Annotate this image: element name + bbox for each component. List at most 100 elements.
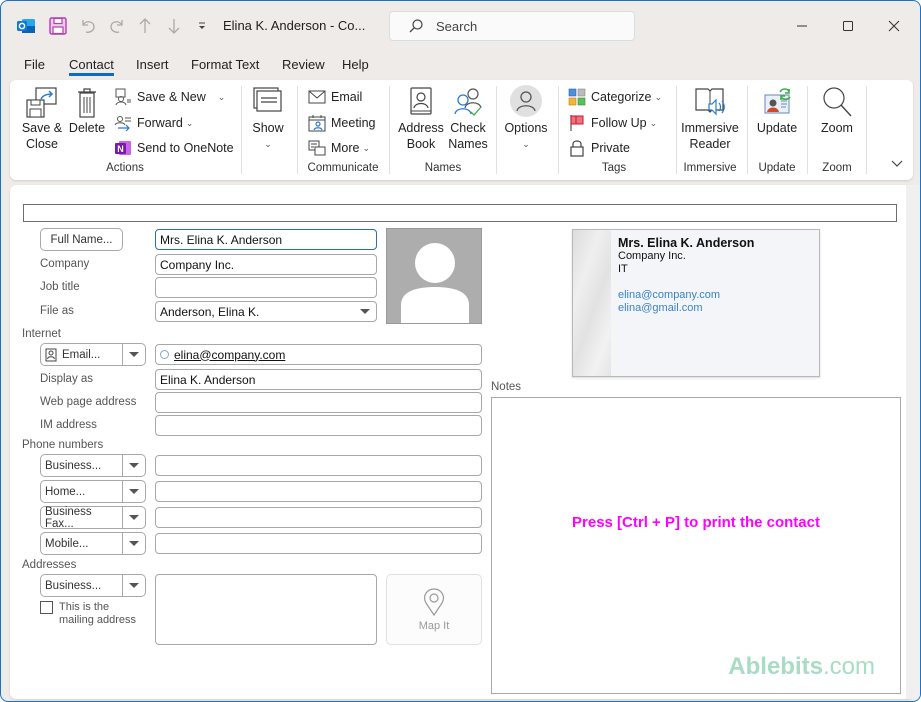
close-button[interactable] [871,11,917,41]
tab-contact[interactable]: Contact [69,57,114,76]
search-placeholder: Search [436,18,478,34]
phone-type-dropdown[interactable] [123,455,145,476]
zoom-button[interactable]: Zoom [812,86,862,136]
group-label-zoom: Zoom [822,162,852,174]
follow-up-button[interactable]: Follow Up ⌄ [567,112,657,134]
job-title-input[interactable] [155,277,377,298]
chevron-down-icon: ⌄ [649,117,658,128]
mailing-address-label-2: mailing address [59,614,137,626]
map-it-button[interactable]: Map It [386,574,482,645]
phone-type-button[interactable]: Mobile... [41,533,123,554]
phone-type-button[interactable]: Business... [41,455,123,476]
follow-up-label: Follow Up [591,116,647,130]
card-name: Mrs. Elina K. Anderson [618,236,755,250]
zoom-label: Zoom [821,121,853,135]
display-as-input[interactable]: Elina K. Anderson [155,369,482,390]
save-close-button[interactable]: Save & Close [18,86,66,152]
address-book-button[interactable]: Address Book [396,86,446,152]
send-to-onenote-button[interactable]: N Send to OneNote [113,137,234,159]
ribbon-separator [389,86,390,174]
onenote-icon: N [113,138,133,158]
forward-label: Forward [137,116,183,130]
company-input[interactable]: Company Inc. [155,254,377,275]
email-type-button[interactable]: Email... [41,344,123,365]
full-name-input[interactable]: Mrs. Elina K. Anderson [155,229,377,250]
business-card[interactable]: Mrs. Elina K. Anderson Company Inc. IT e… [572,229,820,377]
delete-button[interactable]: Delete [68,86,106,136]
show-icon [248,86,288,120]
email-type-dropdown[interactable] [123,344,145,365]
tab-format-text[interactable]: Format Text [191,57,259,76]
contact-photo[interactable] [386,228,482,324]
email-type-split-button[interactable]: Email... [40,343,146,366]
phone-numbers-section-label: Phone numbers [22,439,104,451]
options-label: Options [504,121,548,135]
update-button[interactable]: Update [752,86,802,136]
tab-file[interactable]: File [24,57,45,76]
more-icon [307,138,327,158]
meeting-button[interactable]: Meeting [307,112,375,134]
phone-input[interactable] [155,533,482,554]
options-button[interactable]: Options ⌄ [502,84,550,152]
phone-type-split-button[interactable]: Business... [40,454,146,477]
save-new-icon [113,87,133,107]
phone-input[interactable] [155,507,482,528]
save-icon[interactable] [47,15,69,37]
categorize-button[interactable]: Categorize ⌄ [567,86,662,108]
phone-type-button[interactable]: Business Fax... [41,506,123,530]
group-label-actions: Actions [106,162,144,174]
address-textarea[interactable] [155,574,377,645]
card-email-1: elina@company.com [618,289,721,301]
phone-type-split-button[interactable]: Business Fax... [40,506,146,530]
phone-type-split-button[interactable]: Mobile... [40,532,146,555]
check-names-button[interactable]: Check Names [446,86,490,152]
dropdown-arrow-icon [129,583,139,588]
more-button[interactable]: More ⌄ [307,137,370,159]
collapse-ribbon-button[interactable] [890,158,904,172]
phone-input[interactable] [155,455,482,476]
forward-button[interactable]: Forward ⌄ [113,112,193,134]
phone-type-dropdown[interactable] [123,533,145,554]
tab-review[interactable]: Review [282,57,325,76]
address-type-dropdown[interactable] [123,575,145,596]
phone-type-button[interactable]: Home... [41,481,123,502]
address-type-button[interactable]: Business... [41,575,123,596]
save-new-label: Save & New [137,90,206,104]
file-as-select[interactable]: Anderson, Elina K. [155,301,377,322]
redo-icon[interactable] [106,15,128,37]
undo-icon[interactable] [77,15,99,37]
maximize-button[interactable] [825,11,871,41]
customize-quick-access-icon[interactable] [195,15,209,37]
chevron-down-icon: ⌄ [264,139,272,149]
full-name-button[interactable]: Full Name... [40,228,123,251]
notes-textarea[interactable]: Press [Ctrl + P] to print the contact Ab… [491,397,901,694]
immersive-reader-button[interactable]: Immersive Reader [677,86,743,152]
minimize-button[interactable] [779,11,825,41]
mailing-address-checkbox[interactable] [40,601,53,614]
phone-input[interactable] [155,481,482,502]
chevron-down-icon [891,160,903,167]
phone-type-dropdown[interactable] [123,507,145,528]
show-button[interactable]: Show ⌄ [248,86,288,152]
private-button[interactable]: Private [567,137,630,159]
tab-insert[interactable]: Insert [136,57,169,76]
im-address-input[interactable] [155,415,482,436]
save-new-button[interactable]: Save & New ⌄ [113,86,225,108]
search-box[interactable]: Search [389,11,635,41]
web-page-input[interactable] [155,392,482,413]
email-value[interactable]: elina@company.com [174,348,285,362]
dropdown-arrow-icon [129,352,139,357]
save-close-icon [18,86,66,120]
email-input[interactable]: elina@company.com [155,344,482,365]
tab-help[interactable]: Help [342,57,369,76]
phone-type-split-button[interactable]: Home... [40,480,146,503]
ribbon-separator [496,86,497,174]
private-label: Private [591,141,630,155]
phone-type-dropdown[interactable] [123,481,145,502]
previous-item-icon[interactable] [135,15,155,37]
file-as-label: File as [40,305,74,317]
next-item-icon[interactable] [164,15,184,37]
address-type-split-button[interactable]: Business... [40,574,146,597]
email-button[interactable]: Email [307,86,362,108]
phone-type-label: Mobile... [45,537,89,550]
